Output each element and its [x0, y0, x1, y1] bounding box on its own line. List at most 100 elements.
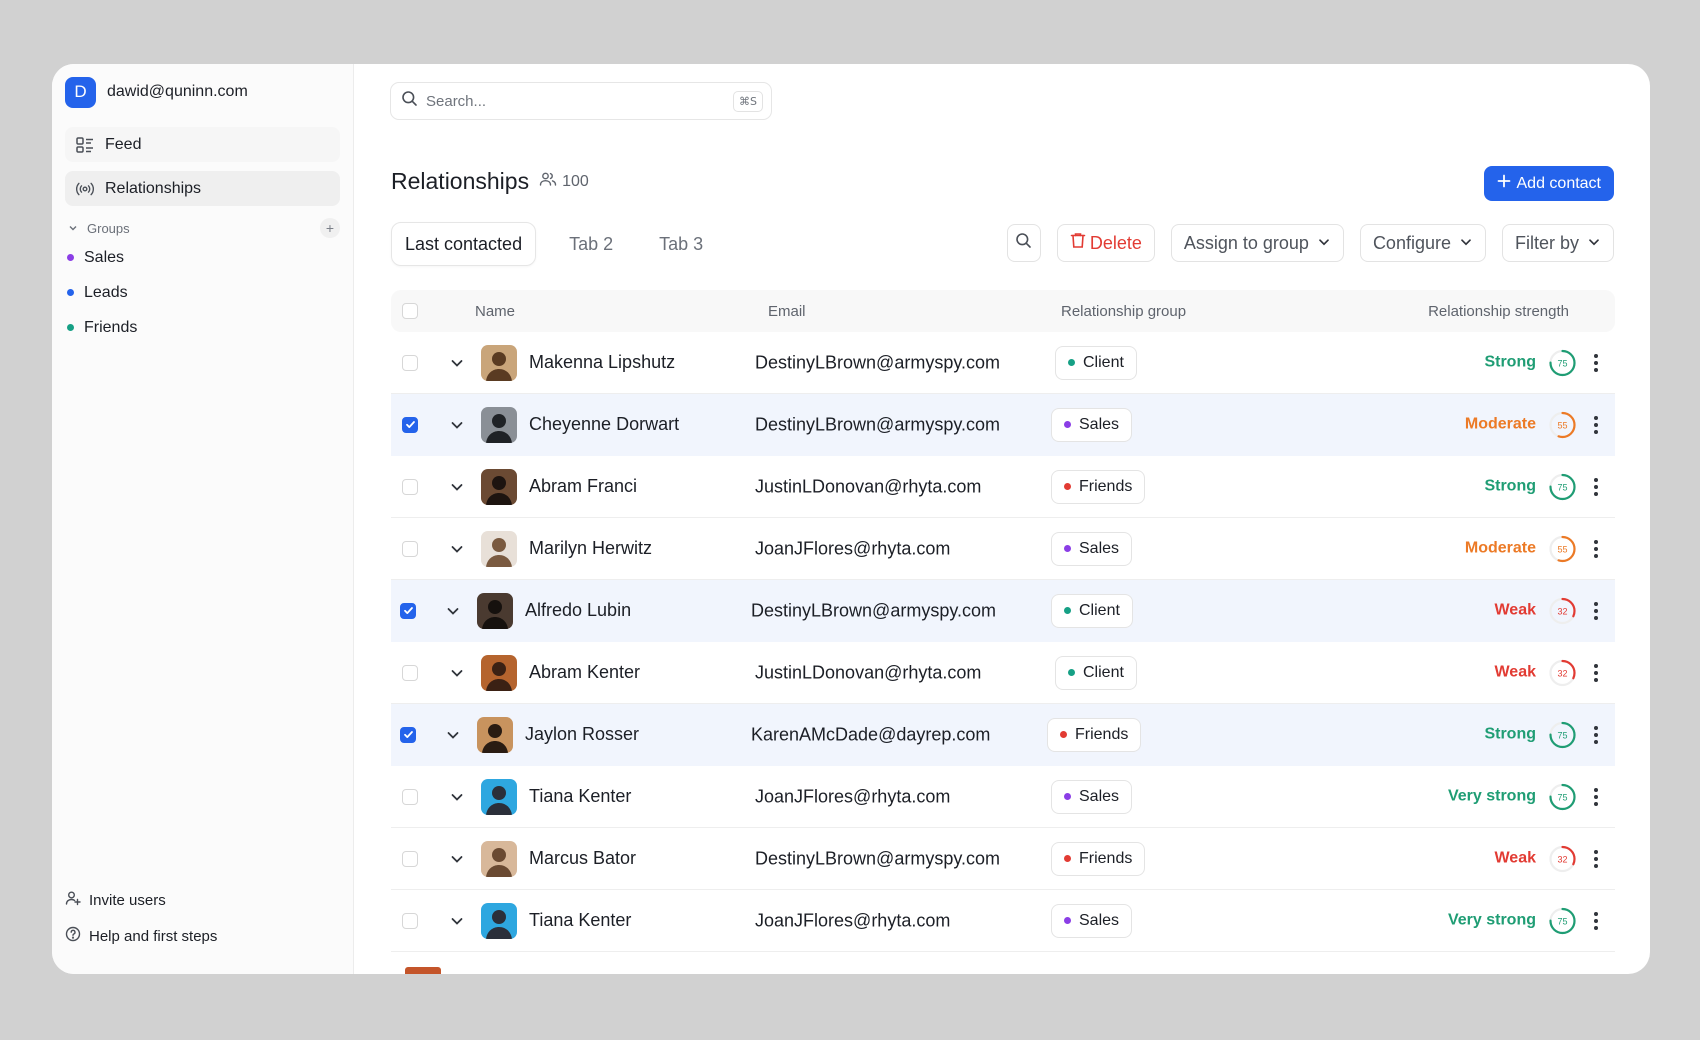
checkbox[interactable] [402, 303, 418, 319]
row-menu-button[interactable] [1593, 353, 1599, 372]
contact-name-cell[interactable]: Cheyenne Dorwart [481, 406, 679, 443]
expand-row-button[interactable] [449, 851, 465, 867]
row-menu-button[interactable] [1593, 787, 1599, 806]
sidebar-item-feed[interactable]: Feed [65, 127, 340, 162]
row-menu-button[interactable] [1593, 663, 1599, 682]
contact-email[interactable]: DestinyLBrown@armyspy.com [751, 600, 996, 621]
checkbox[interactable] [402, 850, 418, 867]
table-row[interactable]: Jaylon Rosser KarenAMcDade@dayrep.com Fr… [391, 704, 1615, 766]
relationship-group-cell[interactable]: Sales [1051, 779, 1133, 814]
contact-email[interactable]: JoanJFlores@rhyta.com [755, 910, 950, 931]
expand-row-button[interactable] [449, 417, 465, 433]
sidebar-group-leads[interactable]: Leads [65, 275, 340, 310]
relationship-group-cell[interactable]: Client [1055, 655, 1137, 690]
checkbox[interactable] [400, 726, 416, 743]
tab-2[interactable]: Tab 2 [556, 222, 626, 266]
search-input[interactable] [426, 92, 734, 110]
contact-name-cell[interactable]: Jaylon Rosser [477, 716, 639, 753]
relationship-group-cell[interactable]: Friends [1051, 841, 1146, 876]
configure-dropdown[interactable]: Configure [1359, 224, 1486, 262]
contact-name-cell[interactable]: Tiana Kenter [481, 778, 631, 815]
contact-email[interactable]: DestinyLBrown@armyspy.com [755, 414, 1000, 435]
add-group-button[interactable]: + [320, 218, 340, 238]
contact-name-cell[interactable]: Abram Franci [481, 468, 637, 505]
contact-name-cell[interactable]: Alfredo Lubin [477, 592, 631, 629]
expand-row-button[interactable] [449, 479, 465, 495]
account-switcher[interactable]: D dawid@quninn.com [65, 76, 340, 108]
relationship-group-cell[interactable]: Sales [1051, 531, 1133, 566]
relationship-group-cell[interactable]: Friends [1047, 717, 1142, 752]
group-badge[interactable]: Friends [1051, 469, 1146, 504]
contact-email[interactable]: JustinLDonovan@rhyta.com [755, 476, 981, 497]
contact-email[interactable]: KarenAMcDade@dayrep.com [751, 724, 990, 745]
contact-name-cell[interactable]: Marcus Bator [481, 840, 636, 877]
row-menu-button[interactable] [1593, 539, 1599, 558]
table-row[interactable]: Tiana Kenter JoanJFlores@rhyta.com Sales… [391, 766, 1615, 828]
expand-row-button[interactable] [445, 603, 461, 619]
row-checkbox[interactable] [402, 850, 418, 867]
group-badge[interactable]: Client [1055, 345, 1137, 380]
help-link[interactable]: Help and first steps [65, 918, 217, 954]
checkbox[interactable] [402, 912, 418, 929]
row-checkbox[interactable] [402, 478, 418, 495]
contact-email[interactable]: DestinyLBrown@armyspy.com [755, 352, 1000, 373]
table-row[interactable]: Abram Franci JustinLDonovan@rhyta.com Fr… [391, 456, 1615, 518]
tab-last-contacted[interactable]: Last contacted [391, 222, 537, 266]
expand-row-button[interactable] [449, 789, 465, 805]
relationship-group-cell[interactable]: Client [1051, 593, 1133, 628]
row-menu-button[interactable] [1593, 911, 1599, 930]
expand-row-button[interactable] [445, 727, 461, 743]
checkbox[interactable] [402, 664, 418, 681]
contact-name-cell[interactable]: Marilyn Herwitz [481, 530, 652, 567]
relationship-group-cell[interactable]: Client [1055, 345, 1137, 380]
row-menu-button[interactable] [1593, 477, 1599, 496]
tab-3[interactable]: Tab 3 [646, 222, 716, 266]
table-row[interactable]: Marilyn Herwitz JoanJFlores@rhyta.com Sa… [391, 518, 1615, 580]
checkbox[interactable] [402, 540, 418, 557]
expand-row-button[interactable] [449, 541, 465, 557]
sidebar-item-relationships[interactable]: Relationships [65, 171, 340, 206]
column-email[interactable]: Email [768, 303, 806, 320]
table-row[interactable] [391, 952, 1615, 974]
expand-row-button[interactable] [449, 913, 465, 929]
row-checkbox[interactable] [400, 602, 416, 619]
sidebar-group-sales[interactable]: Sales [65, 240, 340, 275]
sidebar-group-friends[interactable]: Friends [65, 310, 340, 345]
groups-header[interactable]: Groups + [65, 216, 340, 240]
group-badge[interactable]: Sales [1051, 903, 1133, 938]
relationship-group-cell[interactable]: Friends [1051, 469, 1146, 504]
row-menu-button[interactable] [1593, 415, 1599, 434]
relationship-group-cell[interactable]: Sales [1051, 903, 1133, 938]
contact-email[interactable]: JustinLDonovan@rhyta.com [755, 662, 981, 683]
table-row[interactable]: Alfredo Lubin DestinyLBrown@armyspy.com … [391, 580, 1615, 642]
table-row[interactable]: Cheyenne Dorwart DestinyLBrown@armyspy.c… [391, 394, 1615, 456]
search-bar[interactable]: ⌘S [390, 82, 772, 120]
relationship-group-cell[interactable]: Sales [1051, 407, 1133, 442]
column-relationship-strength[interactable]: Relationship strength [1428, 303, 1569, 320]
group-badge[interactable]: Friends [1047, 717, 1142, 752]
row-menu-button[interactable] [1593, 849, 1599, 868]
group-badge[interactable]: Friends [1051, 841, 1146, 876]
group-badge[interactable]: Sales [1051, 407, 1133, 442]
delete-button[interactable]: Delete [1056, 224, 1155, 262]
checkbox[interactable] [402, 354, 418, 371]
contact-name-cell[interactable]: Abram Kenter [481, 654, 640, 691]
table-search-button[interactable] [1006, 224, 1041, 262]
table-row[interactable]: Abram Kenter JustinLDonovan@rhyta.com Cl… [391, 642, 1615, 704]
row-menu-button[interactable] [1593, 601, 1599, 620]
contact-name-cell[interactable]: Tiana Kenter [481, 902, 631, 939]
contact-email[interactable]: JoanJFlores@rhyta.com [755, 538, 950, 559]
column-name[interactable]: Name [475, 303, 515, 320]
row-checkbox[interactable] [402, 416, 418, 433]
group-badge[interactable]: Sales [1051, 779, 1133, 814]
table-row[interactable]: Tiana Kenter JoanJFlores@rhyta.com Sales… [391, 890, 1615, 952]
checkbox[interactable] [402, 788, 418, 805]
assign-to-group-dropdown[interactable]: Assign to group [1170, 224, 1344, 262]
row-checkbox[interactable] [402, 912, 418, 929]
column-relationship-group[interactable]: Relationship group [1061, 303, 1186, 320]
group-badge[interactable]: Client [1051, 593, 1133, 628]
add-contact-button[interactable]: Add contact [1483, 166, 1614, 201]
row-checkbox[interactable] [402, 788, 418, 805]
row-checkbox[interactable] [400, 726, 416, 743]
contact-email[interactable]: JoanJFlores@rhyta.com [755, 786, 950, 807]
